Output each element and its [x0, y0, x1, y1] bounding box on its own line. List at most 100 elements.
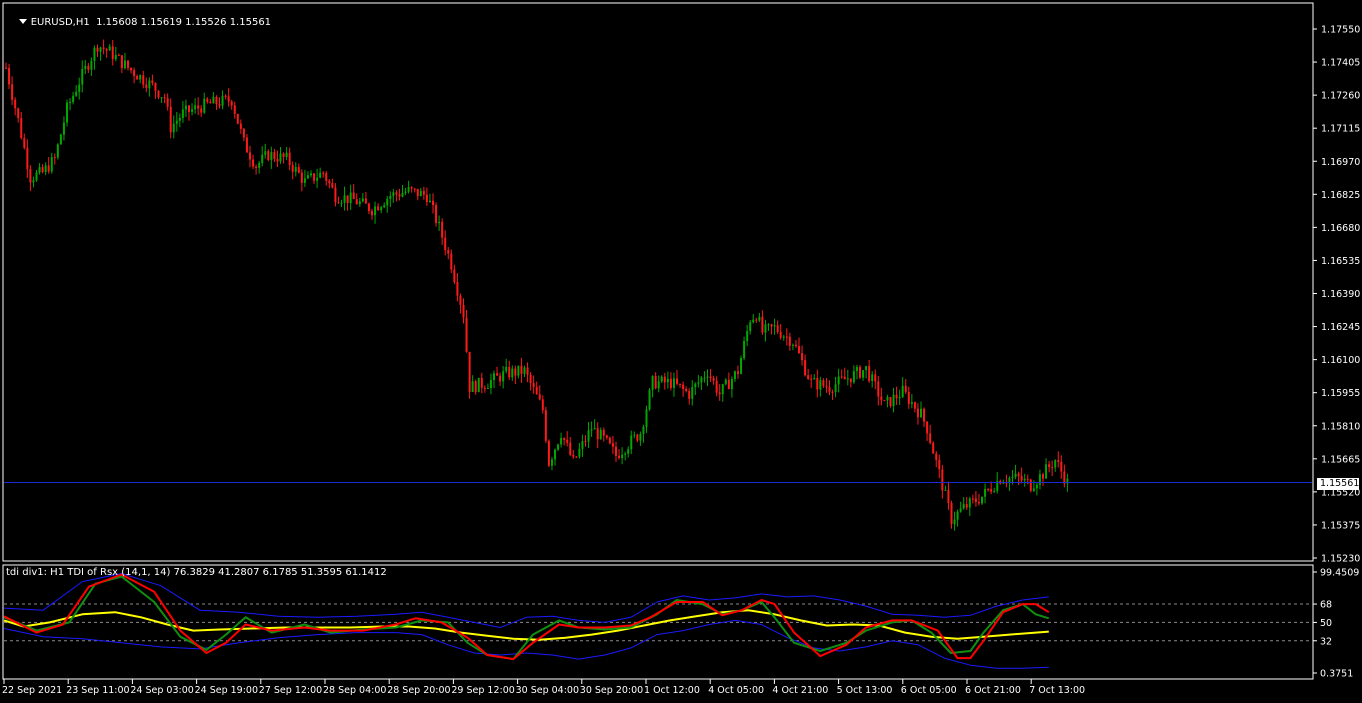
candle-body — [611, 443, 614, 447]
candle-body — [596, 428, 599, 440]
candle-body — [184, 105, 187, 110]
price-tick-label: 1.15665 — [1321, 454, 1360, 465]
candle-body — [691, 387, 694, 399]
candle-body — [200, 108, 203, 113]
candle-body — [294, 167, 297, 172]
candle-body — [993, 490, 996, 492]
candle-body — [425, 194, 428, 203]
candle-body — [852, 371, 855, 383]
candle-body — [29, 169, 32, 183]
mt4-chart-window[interactable]: 1.17550 1.17405 1.17260 1.17115 1.16970 1.168… — [0, 0, 1362, 700]
dropdown-triangle-icon[interactable] — [18, 19, 27, 24]
candle-body — [868, 366, 871, 382]
candle-body — [627, 449, 630, 454]
candle-body — [267, 151, 270, 161]
candle-body — [224, 95, 227, 97]
candle-body — [172, 123, 175, 133]
candle-body — [959, 508, 962, 512]
candle-body — [355, 199, 358, 205]
candle-body — [1023, 478, 1026, 481]
indicator-tick-label: 68 — [1320, 600, 1332, 611]
candle-body — [53, 157, 56, 159]
price-tick-label: 1.15375 — [1321, 520, 1360, 531]
candle-body — [523, 367, 526, 374]
candle-body — [1045, 464, 1048, 479]
candle-body — [377, 206, 380, 211]
candle-body — [981, 496, 983, 504]
tdi-series-lower-band — [3, 619, 1049, 669]
candle-body — [389, 195, 392, 199]
candle-body — [621, 454, 624, 459]
candle-body — [593, 428, 596, 430]
candle-body — [1026, 478, 1029, 480]
price-tick-label: 1.16535 — [1321, 256, 1360, 267]
candle-body — [660, 376, 663, 382]
price-tick-label: 1.16680 — [1321, 223, 1360, 234]
candle-body — [880, 396, 883, 401]
candle-body — [404, 191, 407, 193]
candle-body — [215, 96, 218, 105]
candle-body — [319, 172, 322, 178]
candle-body — [547, 440, 550, 466]
candle-body — [782, 336, 785, 338]
candle-body — [69, 102, 72, 104]
candle-body — [889, 396, 892, 407]
candle-body — [90, 61, 93, 70]
candle-body — [514, 368, 517, 376]
time-tick-label: 6 Oct 21:00 — [965, 685, 1021, 696]
candle-body — [615, 446, 617, 456]
indicator-axis: 99.4509 68 50 32 0.3751 — [1313, 568, 1359, 680]
candle-body — [8, 67, 11, 85]
time-tick-label: 29 Sep 12:00 — [451, 685, 514, 696]
candle-body — [209, 101, 212, 104]
candle-body — [407, 187, 410, 192]
candle-body — [1011, 476, 1014, 478]
candle-body — [50, 157, 53, 172]
candle-body — [785, 336, 788, 338]
indicator-name: tdi div1: H1 TDI of Rsx — [6, 567, 119, 578]
candle-body — [276, 158, 279, 162]
candle-body — [1032, 488, 1035, 491]
candle-body — [78, 84, 81, 92]
candle-body — [700, 377, 703, 383]
candle-body — [798, 346, 800, 354]
candle-body — [499, 375, 502, 382]
candle-body — [456, 282, 459, 296]
candle-body — [203, 98, 206, 113]
candle-body — [874, 374, 877, 382]
candle-body — [166, 98, 169, 107]
candle-body — [242, 128, 245, 138]
candle-body — [1020, 476, 1023, 481]
candle-body — [218, 104, 221, 106]
candle-body — [502, 371, 505, 382]
candle-body — [136, 76, 139, 80]
candle-body — [779, 332, 782, 338]
candle-body — [346, 195, 349, 204]
candle-body — [1038, 474, 1041, 485]
candle-body — [590, 429, 593, 431]
candle-body — [227, 96, 230, 102]
candle-body — [941, 469, 944, 491]
candle-body — [32, 180, 35, 183]
candle-body — [663, 376, 666, 383]
candle-body — [258, 163, 261, 168]
candle-body — [511, 368, 514, 378]
candle-body — [990, 489, 993, 492]
candle-body — [114, 54, 117, 60]
candle-body — [361, 198, 364, 202]
candle-body — [929, 433, 932, 443]
candle-body — [901, 385, 904, 398]
chart-canvas[interactable]: 1.17550 1.17405 1.17260 1.17115 1.16970 1.168… — [0, 0, 1362, 700]
candle-body — [47, 165, 50, 172]
candle-body — [657, 381, 660, 389]
candle-body — [230, 101, 233, 106]
candle-body — [575, 456, 578, 458]
candle-body — [41, 167, 44, 173]
candle-body — [587, 430, 590, 442]
candle-body — [1051, 467, 1054, 469]
candle-body — [865, 366, 868, 371]
candle-body — [1014, 473, 1017, 477]
candle-body — [672, 378, 675, 388]
candle-body — [221, 95, 224, 106]
candle-body — [87, 65, 90, 70]
